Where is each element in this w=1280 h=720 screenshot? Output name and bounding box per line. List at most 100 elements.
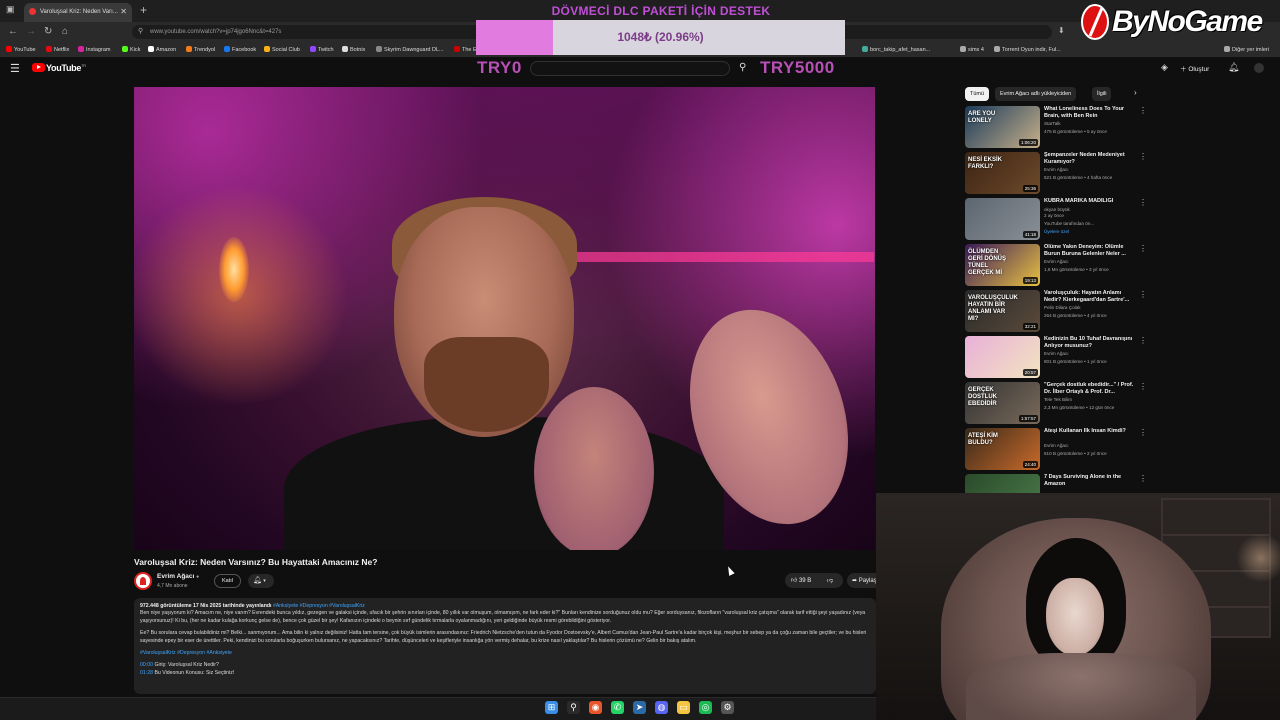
more-options-icon[interactable]: ⋮ [1139,106,1147,115]
whatsapp-icon[interactable]: ✆ [611,701,624,714]
chip-all[interactable]: Tümü [965,87,990,101]
youtube-logo-icon[interactable] [32,63,45,72]
windows-start-icon[interactable]: ⊞ [545,701,558,714]
description-meta-tags[interactable]: #Anksiyete #Depresyon #VaroluşsalKriz [273,603,365,609]
bookmark-youtube[interactable]: YouTube [6,46,36,53]
chapter-timestamp[interactable]: 00:00 [140,662,153,668]
recommendation-item[interactable]: VAROLUŞÇULUK HAYATIN BİR ANLAMI VAR MI? 3… [965,290,1150,334]
bookmark-borc-takip[interactable]: borc_takip_afet_hasan... [862,46,930,53]
bookmark-amazon[interactable]: Amazon [148,46,176,53]
chip-related[interactable]: İlgili [1092,87,1112,101]
search-icon[interactable]: ⚲ [567,701,580,714]
avatar[interactable] [1254,63,1264,73]
notifications-icon[interactable]: 🔔︎ [1228,62,1239,73]
chips-next-icon[interactable]: › [1129,87,1142,101]
recommendation-channel[interactable]: StarTalk [1044,121,1061,126]
bookmark-skyrim[interactable]: Skyrim Dawnguard DL... [376,46,444,53]
bookmark-netflix[interactable]: Netflix [46,46,69,53]
recommendation-title[interactable]: What Loneliness Does To Your Brain, with… [1044,106,1140,120]
cast-icon[interactable]: ◈ [1161,62,1168,73]
recommendation-item[interactable]: 20:57 Kedinizin Bu 10 Tuhaf Davranışını A… [965,336,1150,380]
menu-icon[interactable]: ☰ [10,62,20,75]
tab-list-icon[interactable]: ▣ [6,4,15,15]
more-options-icon[interactable]: ⋮ [1139,290,1147,299]
chapter-timestamp[interactable]: 01:28 [140,670,153,676]
bookmark-torrent[interactable]: Torrent Oyun indir, Ful... [994,46,1061,53]
bookmark-trendyol[interactable]: Trendyol [186,46,215,53]
recommendation-channel[interactable]: Pelin Dilara Çolak [1044,305,1081,310]
more-options-icon[interactable]: ⋮ [1139,336,1147,345]
recommendation-title[interactable]: "Gerçek dostluk ebedidir..." / Prof. Dr.… [1044,382,1140,396]
bookmark-kick[interactable]: Kick [122,46,140,53]
back-icon[interactable]: ← [8,26,18,37]
search-icon[interactable]: ⚲ [739,62,746,73]
recommendation-thumbnail[interactable]: VAROLUŞÇULUK HAYATIN BİR ANLAMI VAR MI? 3… [965,290,1040,332]
recommendation-thumbnail[interactable]: 41:18 [965,198,1040,240]
recommendation-thumbnail[interactable]: GERÇEK DOSTLUK EBEDİDİR 1:57:57 [965,382,1040,424]
recommendation-item[interactable]: ÖLÜMDEN GERİ DÖNÜŞ TÜNEL GERÇEK Mİ 19:13 Ö… [965,244,1150,288]
steam-icon[interactable]: ➤ [633,701,646,714]
recommendation-title[interactable]: Varoluşçuluk: Hayatın Anlamı Nedir? Kier… [1044,290,1140,304]
channel-name[interactable]: Evrim Ağacı ● [157,573,199,580]
more-options-icon[interactable]: ⋮ [1139,428,1147,437]
recommendation-thumbnail[interactable]: ATEŞİ KİM BULDU? 24:40 [965,428,1040,470]
recommendation-thumbnail[interactable]: ÖLÜMDEN GERİ DÖNÜŞ TÜNEL GERÇEK Mİ 19:13 [965,244,1040,286]
tab-close-icon[interactable]: ✕ [120,7,127,16]
firefox-icon[interactable]: ◉ [589,701,602,714]
bookmark-the-e[interactable]: The E [454,46,477,53]
chip-from-uploader[interactable]: Evrim Ağacı adlı yükleyiciden [995,87,1077,101]
downloads-icon[interactable]: ⬇ [1058,26,1065,35]
more-options-icon[interactable]: ⋮ [1139,244,1147,253]
bookmark-sims4[interactable]: sims 4 [960,46,984,53]
recommendation-thumbnail[interactable]: NESİ EKSİK FARKLI? 25:36 [965,152,1040,194]
more-options-icon[interactable]: ⋮ [1139,382,1147,391]
bookmark-facebook[interactable]: Facebook [224,46,256,53]
subscribe-bell-button[interactable]: 🔔︎ ▾ [248,574,274,588]
discord-icon[interactable]: ◍ [655,701,668,714]
site-info-icon[interactable]: ⚲ [138,27,143,35]
spotify-icon[interactable]: ◎ [699,701,712,714]
recommendation-thumbnail[interactable]: ARE YOU LONELY 1:06:20 [965,106,1040,148]
video-player[interactable] [134,87,875,550]
like-button[interactable]: 👍︎ 39 B [791,576,811,584]
recommendation-item[interactable]: ATEŞİ KİM BULDU? 24:40 Ateşi Kullanan İlk … [965,428,1150,472]
recommendation-thumbnail[interactable]: 20:57 [965,336,1040,378]
video-description[interactable]: 972.448 görüntüleme 17 Nis 2025 tarihind… [134,598,876,694]
more-options-icon[interactable]: ⋮ [1139,474,1147,483]
bookmark-other[interactable]: Diğer yer imleri [1224,46,1269,53]
recommendation-channel[interactable]: okyan büyük [1044,207,1070,212]
recommendation-item[interactable]: GERÇEK DOSTLUK EBEDİDİR 1:57:57 "Gerçek do… [965,382,1150,426]
recommendation-item[interactable]: NESİ EKSİK FARKLI? 25:36 Şempanzeler Neden… [965,152,1150,196]
reload-icon[interactable]: ↻ [44,26,52,37]
recommendation-title[interactable]: Ölüme Yakın Deneyim: Ölümle Burun Buruna… [1044,244,1140,258]
new-tab-icon[interactable]: + [140,3,147,17]
recommendation-channel[interactable]: Evrim Ağacı [1044,259,1069,264]
recommendation-title[interactable]: Kedinizin Bu 10 Tuhaf Davranışını Anlıyo… [1044,336,1140,350]
create-button[interactable]: ＋ Oluştur [1180,63,1209,73]
recommendation-title[interactable]: Ateşi Kullanan İlk İnsan Kimdi? [1044,428,1140,435]
channel-avatar[interactable] [134,572,152,590]
bookmark-botnix[interactable]: Botnix [342,46,365,53]
recommendation-title[interactable]: 7 Days Surviving Alone in the Amazon [1044,474,1140,488]
recommendation-title[interactable]: Şempanzeler Neden Medeniyet Kuramıyor? [1044,152,1140,166]
join-button[interactable]: Katıl [214,574,241,588]
recommendation-item[interactable]: 41:18 KÜBRA MARİKA MADİLİĞİ okyan büyük You… [965,198,1150,242]
bookmark-twitch[interactable]: Twitch [310,46,334,53]
file-explorer-icon[interactable]: ▭ [677,701,690,714]
recommendation-title[interactable]: KÜBRA MARİKA MADİLİĞİ [1044,198,1140,205]
more-options-icon[interactable]: ⋮ [1139,152,1147,161]
description-hashtags[interactable]: #VaroluşsalKriz #Depresyon #Anksiyete [140,650,870,657]
home-icon[interactable]: ⌂ [62,26,68,37]
recommendation-channel[interactable]: Tele Tek Bilim [1044,397,1072,402]
more-options-icon[interactable]: ⋮ [1139,198,1147,207]
recommendation-channel[interactable]: Evrim Ağacı [1044,351,1069,356]
bookmark-instagram[interactable]: Instagram [78,46,110,53]
recommendation-item[interactable]: ARE YOU LONELY 1:06:20 What Loneliness Doe… [965,106,1150,150]
settings-icon[interactable]: ⚙ [721,701,734,714]
browser-tab-active[interactable]: Varoluşsal Kriz: Neden Varı... ✕ [24,3,132,22]
bookmark-social-club[interactable]: Social Club [264,46,300,53]
recommendation-channel[interactable]: Evrim Ağacı [1044,167,1069,172]
forward-icon[interactable]: → [26,26,36,37]
recommendation-channel[interactable]: Evrim Ağacı [1044,443,1069,448]
dislike-button[interactable]: 👎︎ [827,576,833,584]
